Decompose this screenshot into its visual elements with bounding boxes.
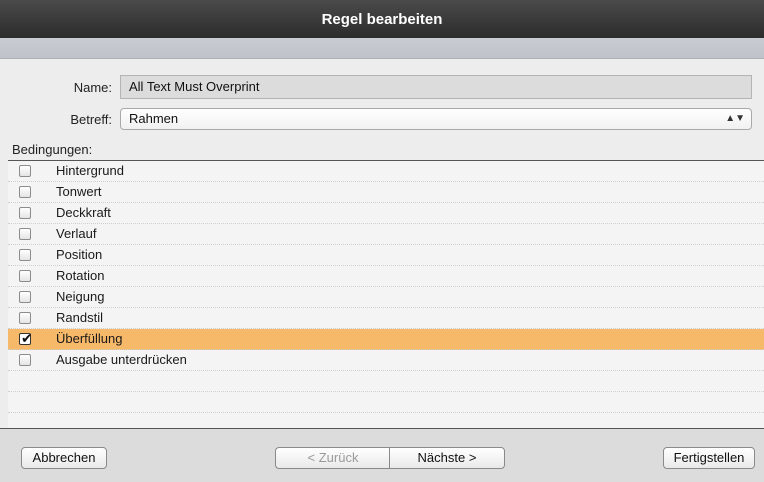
conditions-label: Bedingungen: — [12, 142, 93, 157]
condition-row[interactable]: Deckkraft — [8, 203, 764, 224]
subject-label: Betreff: — [70, 112, 112, 127]
checkmark-icon: ✔ — [21, 330, 33, 346]
condition-label: Randstil — [56, 310, 103, 325]
condition-row[interactable]: ✔ Überfüllung — [8, 329, 764, 350]
next-button[interactable]: Nächste > — [389, 447, 505, 469]
condition-checkbox[interactable] — [19, 312, 31, 324]
updown-arrows-icon: ▲▼ — [725, 113, 745, 124]
condition-row[interactable]: Neigung — [8, 287, 764, 308]
condition-checkbox[interactable] — [19, 165, 31, 177]
condition-row[interactable]: Rotation — [8, 266, 764, 287]
cancel-button[interactable]: Abbrechen — [21, 447, 107, 469]
condition-label: Verlauf — [56, 226, 97, 241]
condition-row[interactable]: Verlauf — [8, 224, 764, 245]
name-label: Name: — [73, 80, 112, 95]
condition-row[interactable]: Hintergrund — [8, 161, 764, 182]
subject-select[interactable]: Rahmen ▲▼ — [120, 108, 752, 130]
conditions-list: Hintergrund Tonwert Deckkraft Verlauf Positi… — [8, 160, 764, 429]
condition-label: Ausgabe unterdrücken — [56, 352, 187, 367]
condition-checkbox[interactable] — [19, 291, 31, 303]
condition-checkbox[interactable] — [19, 270, 31, 282]
empty-row — [8, 392, 764, 413]
window-title-bar: Regel bearbeiten — [0, 0, 764, 38]
empty-row — [8, 371, 764, 392]
toolbar-strip — [0, 38, 764, 59]
finish-button[interactable]: Fertigstellen — [663, 447, 755, 469]
condition-label: Hintergrund — [56, 163, 124, 178]
back-button[interactable]: < Zurück — [275, 447, 390, 469]
segment-divider — [389, 447, 390, 469]
condition-label: Neigung — [56, 289, 105, 304]
subject-select-value: Rahmen — [129, 111, 179, 126]
condition-checkbox[interactable]: ✔ — [19, 330, 33, 346]
name-field[interactable]: All Text Must Overprint — [120, 75, 752, 99]
window-title: Regel bearbeiten — [321, 10, 443, 28]
condition-label: Deckkraft — [56, 205, 111, 220]
condition-label: Tonwert — [56, 184, 102, 199]
condition-row[interactable]: Randstil — [8, 308, 764, 329]
condition-checkbox[interactable] — [19, 249, 31, 261]
condition-row[interactable]: Tonwert — [8, 182, 764, 203]
condition-row[interactable]: Ausgabe unterdrücken — [8, 350, 764, 371]
condition-label: Überfüllung — [56, 331, 123, 346]
condition-checkbox[interactable] — [19, 228, 31, 240]
condition-label: Position — [56, 247, 103, 262]
condition-checkbox[interactable] — [19, 354, 31, 366]
condition-checkbox[interactable] — [19, 186, 31, 198]
condition-row[interactable]: Position — [8, 245, 764, 266]
condition-label: Rotation — [56, 268, 105, 283]
condition-checkbox[interactable] — [19, 207, 31, 219]
